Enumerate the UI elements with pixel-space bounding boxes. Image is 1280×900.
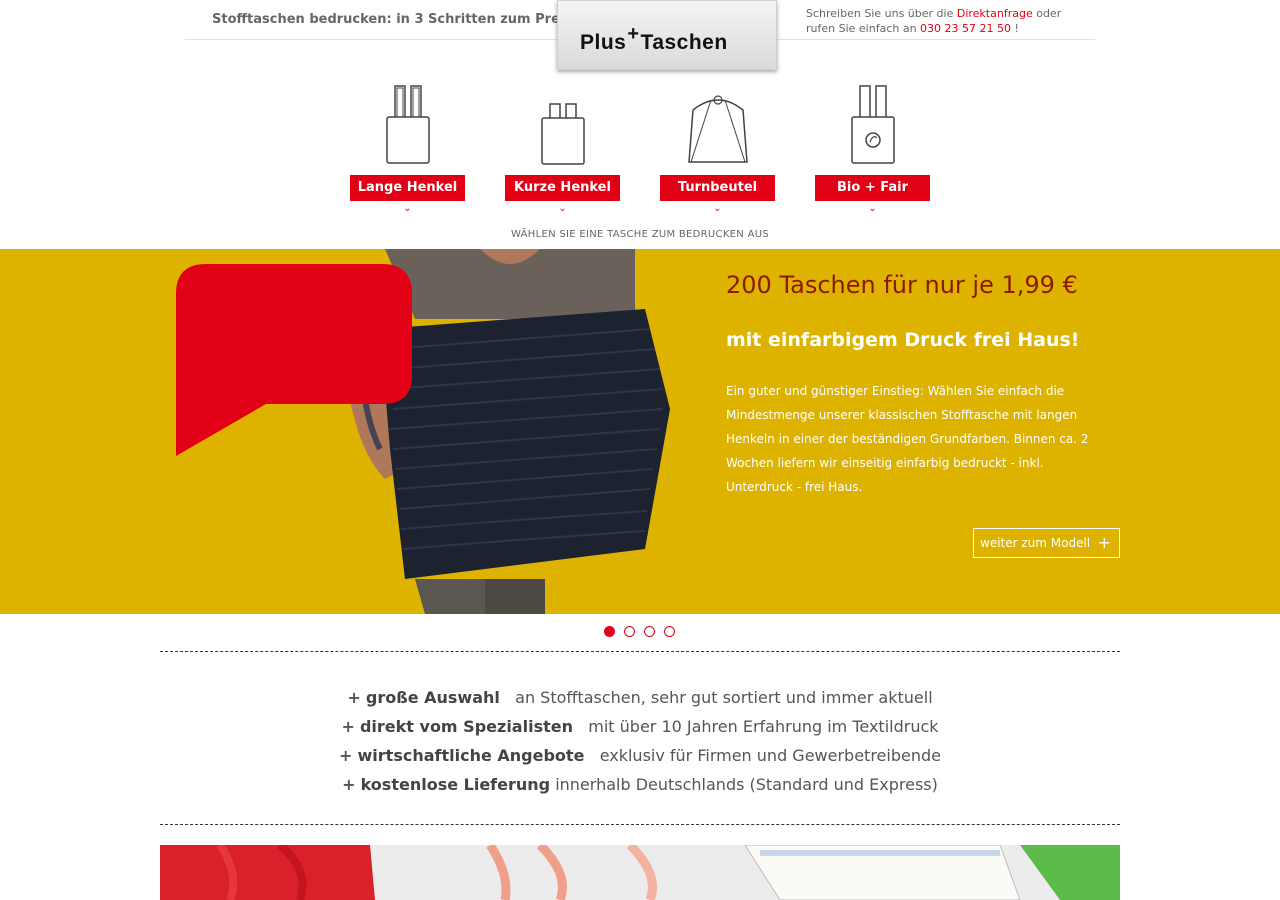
- contact-post: !: [1014, 22, 1019, 35]
- header-tagline: Stofftaschen bedrucken: in 3 Schritten z…: [212, 12, 579, 27]
- usp-list: + große Auswahl an Stofftaschen, sehr gu…: [0, 683, 1280, 799]
- plus-icon: +: [339, 746, 353, 765]
- usp-item: + wirtschaftliche Angebote exklusiv für …: [0, 741, 1280, 770]
- plus-icon: +: [347, 688, 361, 707]
- site-logo[interactable]: Plus+Taschen: [557, 0, 777, 70]
- usp-text: exklusiv für Firmen und Gewerbetreibende: [599, 746, 941, 765]
- hero-title: 200 Taschen für nur je 1,99 €: [726, 271, 1078, 299]
- slider-dot-1[interactable]: [604, 626, 615, 637]
- chevron-down-icon: ⌄: [558, 203, 567, 214]
- direktanfrage-link[interactable]: Direktanfrage: [957, 7, 1033, 20]
- badge-line-1: 200 TASCHEN: [206, 48, 382, 78]
- usp-highlight: wirtschaftliche Angebote: [357, 746, 585, 765]
- usp-item: + direkt vom Spezialisten mit über 10 Ja…: [0, 712, 1280, 741]
- dashed-divider: [160, 824, 1120, 825]
- logo-plus-sign: +: [627, 23, 640, 45]
- bags-photo: [160, 845, 1120, 900]
- contact-pre: Schreiben Sie uns über die: [806, 7, 954, 20]
- usp-highlight: kostenlose Lieferung: [360, 775, 551, 794]
- bags-photo-strip: [160, 845, 1120, 900]
- hero-content: 200 Taschen für nur je 1,99 € mit einfar…: [0, 249, 1280, 614]
- usp-text: mit über 10 Jahren Erfahrung im Textildr…: [588, 717, 939, 736]
- category-label: Lange Henkel: [350, 175, 465, 201]
- usp-highlight: große Auswahl: [365, 688, 500, 707]
- usp-text: innerhalb Deutschlands (Standard und Exp…: [555, 775, 938, 794]
- hero-subtitle: mit einfarbigem Druck frei Haus!: [726, 329, 1080, 351]
- choose-bag-hint: WÄHLEN SIE EINE TASCHE ZUM BEDRUCKEN AUS: [511, 229, 769, 240]
- hero-description: Ein guter und günstiger Einstieg: Wählen…: [726, 384, 1089, 494]
- category-label: Bio + Fair: [815, 175, 930, 201]
- logo-text-taschen: Taschen: [640, 31, 728, 54]
- dashed-divider: [160, 651, 1120, 652]
- logo-text: Plus+Taschen: [580, 23, 728, 55]
- chevron-down-icon: ⌄: [403, 203, 412, 214]
- slider-dot-4[interactable]: [664, 626, 675, 637]
- usp-text: an Stofftaschen, sehr gut sortiert und i…: [515, 688, 933, 707]
- slider-dot-2[interactable]: [624, 626, 635, 637]
- short-handle-bag-icon: [540, 103, 585, 165]
- logo-text-plus-word: Plus: [580, 31, 627, 54]
- plus-icon: +: [1097, 533, 1111, 552]
- button-label: weiter zum Modell: [980, 536, 1091, 550]
- drawstring-bag-icon: [687, 95, 748, 163]
- plus-icon: +: [342, 775, 356, 794]
- weiter-zum-modell-button[interactable]: weiter zum Modell +: [973, 528, 1120, 558]
- category-bio-fair[interactable]: Bio + Fair ⌄: [815, 82, 930, 217]
- header-contact: Schreiben Sie uns über die Direktanfrage…: [806, 6, 1066, 36]
- phone-link[interactable]: 030 23 57 21 50: [920, 22, 1011, 35]
- category-kurze-henkel[interactable]: Kurze Henkel ⌄: [505, 82, 620, 217]
- usp-highlight: direkt vom Spezialisten: [359, 717, 573, 736]
- usp-item: + große Auswahl an Stofftaschen, sehr gu…: [0, 683, 1280, 712]
- chevron-down-icon: ⌄: [713, 203, 722, 214]
- organic-bag-icon: [850, 85, 895, 164]
- chevron-down-icon: ⌄: [868, 203, 877, 214]
- category-label: Kurze Henkel: [505, 175, 620, 201]
- plus-icon: +: [341, 717, 355, 736]
- badge-line-3: 1,99 EURO: [227, 108, 361, 138]
- usp-item: + kostenlose Lieferung innerhalb Deutsch…: [0, 770, 1280, 799]
- category-turnbeutel[interactable]: Turnbeutel ⌄: [660, 82, 775, 217]
- slider-dot-3[interactable]: [644, 626, 655, 637]
- badge-line-2: FÜR JE: [250, 79, 338, 107]
- price-badge-text: 200 TASCHEN FÜR JE 1,99 EURO: [176, 48, 412, 138]
- category-label: Turnbeutel: [660, 175, 775, 201]
